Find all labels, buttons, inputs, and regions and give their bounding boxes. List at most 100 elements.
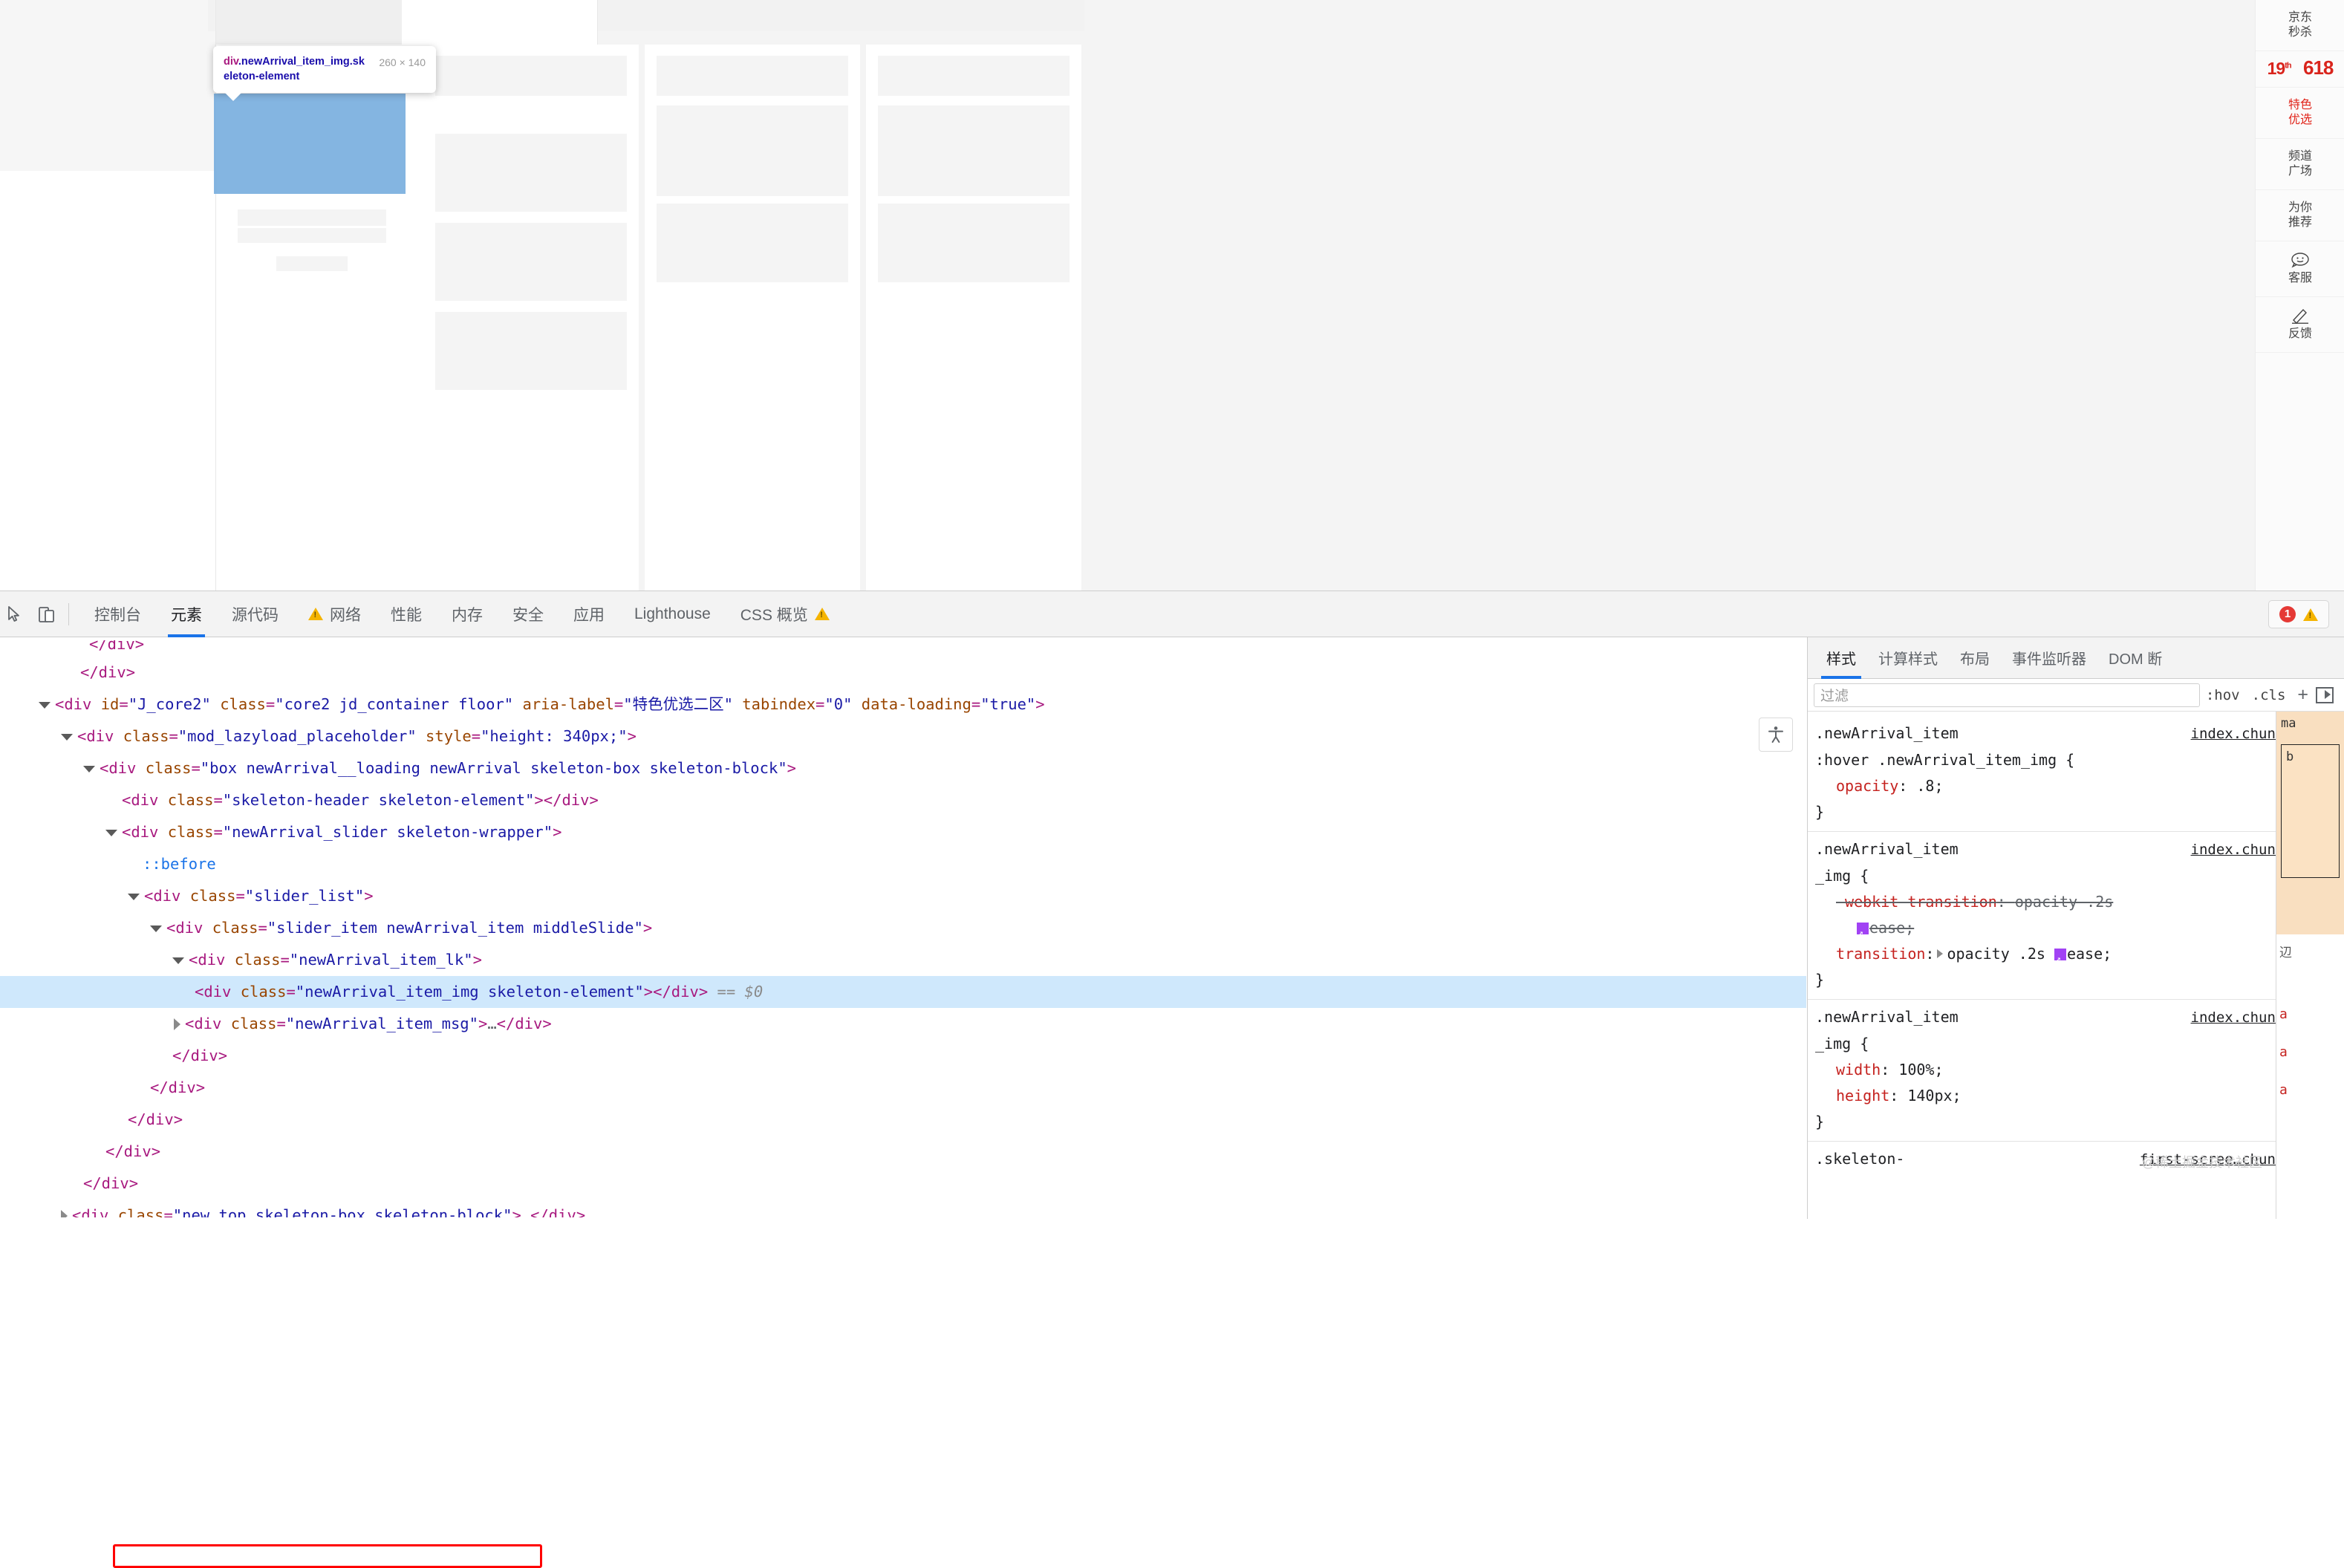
css-declaration[interactable]: height: 140px; (1815, 1083, 2344, 1109)
accessibility-icon[interactable] (1759, 718, 1793, 752)
dom-tree[interactable]: </div> </div> <div id="J_core2" class="c… (0, 637, 1806, 1219)
devtools-panel: 控制台 元素 源代码 网络 性能 内存 安全 应用 Lighthouse CSS… (0, 591, 2344, 1568)
dom-row-item-msg[interactable]: <div class="newArrival_item_msg">…</div> (0, 1008, 1806, 1040)
device-toggle-icon[interactable] (30, 597, 64, 631)
logo-line-2: 618 (2303, 56, 2334, 79)
tab-sources[interactable]: 源代码 (217, 591, 293, 637)
rail-item-jd-seckill[interactable]: 京东 秒杀 (2256, 0, 2344, 51)
dom-row[interactable]: </div> (0, 1040, 1806, 1072)
dom-row[interactable]: </div> (0, 640, 1806, 657)
class-editor-button[interactable]: .cls (2246, 687, 2292, 703)
collapse-triangle-icon[interactable] (150, 925, 162, 932)
css-rule[interactable]: .newArrival_item index.chunk.css:1 :hove… (1808, 716, 2344, 832)
rail-label-line2: 推荐 (2288, 216, 2312, 229)
computed-properties-sliver: 辺 a a a (2276, 934, 2344, 1219)
rail-item-customer-service[interactable]: 客服 (2256, 241, 2344, 297)
dom-row[interactable]: </div> (0, 1136, 1806, 1168)
dom-row[interactable]: </div> (0, 1168, 1806, 1200)
dom-row-lazyload-placeholder[interactable]: <div class="mod_lazyload_placeholder" st… (0, 720, 1806, 752)
css-declaration[interactable]: transition:opacity .2s ease; (1815, 941, 2344, 972)
tab-elements[interactable]: 元素 (156, 591, 217, 637)
rail-label-line2: 广场 (2288, 165, 2312, 178)
easing-curve-icon[interactable] (1857, 920, 1869, 946)
dom-row[interactable]: </div> (0, 1104, 1806, 1136)
page-preview-viewport[interactable]: div.newArrival_item_img.skeleton-element… (0, 0, 2344, 591)
skeleton-text-line (238, 209, 386, 226)
easing-curve-icon[interactable] (2054, 946, 2066, 972)
collapse-triangle-icon[interactable] (83, 765, 95, 772)
tab-application[interactable]: 应用 (559, 591, 619, 637)
css-rule[interactable]: .newArrival_item index.chunk.css:1 _img … (1808, 832, 2344, 1000)
dom-row-slider-item[interactable]: <div class="slider_item newArrival_item … (0, 912, 1806, 944)
dom-row-skeleton-header[interactable]: <div class="skeleton-header skeleton-ele… (0, 784, 1806, 816)
dom-row-newarrival-slider[interactable]: <div class="newArrival_slider skeleton-w… (0, 816, 1806, 848)
styles-pane[interactable]: 样式 计算样式 布局 事件监听器 DOM 断 过滤 :hov .cls + .n… (1807, 637, 2344, 1219)
dom-row-slider-list[interactable]: <div class="slider_list"> (0, 880, 1806, 912)
css-value-struck: opacity .2s (2014, 893, 2114, 911)
inspect-cursor-icon[interactable] (0, 597, 30, 631)
rail-label-line1: 特色 (2288, 99, 2312, 111)
skeleton-column-1 (423, 45, 639, 591)
box-model-border: b (2281, 744, 2340, 878)
collapse-triangle-icon[interactable] (105, 829, 117, 836)
dom-row-skeleton-box[interactable]: <div class="box newArrival__loading newA… (0, 752, 1806, 784)
expand-shorthand-icon[interactable] (1937, 949, 1944, 958)
skeleton-block (435, 134, 627, 212)
rail-item-channel-plaza[interactable]: 频道 广场 (2256, 139, 2344, 190)
rail-item-featured-picks[interactable]: 特色 优选 (2256, 88, 2344, 139)
new-style-rule-button[interactable]: + (2291, 684, 2314, 706)
tab-console[interactable]: 控制台 (79, 591, 156, 637)
tab-security[interactable]: 安全 (498, 591, 559, 637)
rail-item-618-logo[interactable]: 19th 618 (2256, 51, 2344, 88)
styles-filter-input[interactable]: 过滤 (1814, 683, 2200, 707)
css-selector-line[interactable]: .skeleton- first-scree…chunk.css:1 (1815, 1146, 2344, 1173)
rail-label-line1: 频道 (2288, 150, 2312, 163)
dom-row[interactable]: </div> (0, 657, 1806, 689)
css-rule[interactable]: .skeleton- first-scree…chunk.css:1 (1808, 1142, 2344, 1179)
tab-css-overview[interactable]: CSS 概览 (726, 591, 844, 637)
dom-row-item-lk[interactable]: <div class="newArrival_item_lk"> (0, 944, 1806, 976)
tab-memory[interactable]: 内存 (437, 591, 498, 637)
dom-row-before-pseudo[interactable]: ::before (0, 848, 1806, 880)
collapse-triangle-icon[interactable] (39, 701, 51, 709)
css-declaration[interactable]: opacity: .8; (1815, 773, 2344, 799)
css-selector-line[interactable]: .newArrival_item index.chunk.css:1 (1815, 1004, 2344, 1031)
devtools-toolbar: 控制台 元素 源代码 网络 性能 内存 安全 应用 Lighthouse CSS… (0, 591, 2344, 637)
tab-styles[interactable]: 样式 (1815, 637, 1867, 679)
tab-event-listeners[interactable]: 事件监听器 (2001, 637, 2097, 679)
css-selector-line[interactable]: .newArrival_item index.chunk.css:1 (1815, 720, 2344, 747)
css-declaration-disabled-cont[interactable]: ease; (1815, 915, 2344, 946)
rail-label-line1: 反馈 (2288, 328, 2312, 340)
collapse-triangle-icon[interactable] (172, 957, 184, 964)
skeleton-text-line (276, 256, 348, 271)
box-model-preview: ma b (2276, 712, 2344, 934)
skeleton-block (657, 105, 848, 196)
tab-performance[interactable]: 性能 (376, 591, 437, 637)
tab-computed[interactable]: 计算样式 (1867, 637, 1949, 679)
hover-state-button[interactable]: :hov (2200, 687, 2246, 703)
dom-row-selected-item-img[interactable]: <div class="newArrival_item_img skeleton… (0, 976, 1806, 1008)
css-rule-close: } (1815, 803, 1825, 821)
collapse-triangle-icon[interactable] (128, 893, 140, 900)
rail-item-recommend-for-you[interactable]: 为你 推荐 (2256, 190, 2344, 241)
tooltip-class-names-cont: element (258, 70, 300, 82)
issues-counter[interactable]: 1 (2268, 600, 2329, 628)
tab-lighthouse[interactable]: Lighthouse (619, 591, 726, 637)
dom-row-j-core2[interactable]: <div id="J_core2" class="core2 jd_contai… (0, 689, 1806, 720)
expand-triangle-icon[interactable] (61, 1210, 68, 1217)
dom-row-new-top[interactable]: <div class="new_top skeleton-box skeleto… (0, 1200, 1806, 1217)
css-selector-line[interactable]: .newArrival_item index.chunk.css:1 (1815, 836, 2344, 863)
rail-item-feedback[interactable]: 反馈 (2256, 297, 2344, 353)
tab-dom-breakpoints[interactable]: DOM 断 (2097, 637, 2173, 679)
page-right-rail[interactable]: 京东 秒杀 19th 618 特色 优选 频道 广场 为你 推荐 客服 反馈 (2255, 0, 2344, 591)
css-selector-part2: :hover .newArrival_item_img { (1815, 751, 2075, 769)
css-declaration[interactable]: width: 100%; (1815, 1057, 2344, 1083)
collapse-triangle-icon[interactable] (61, 733, 73, 741)
dom-row[interactable]: </div> (0, 1072, 1806, 1104)
tab-network[interactable]: 网络 (293, 591, 376, 637)
tab-layout[interactable]: 布局 (1949, 637, 2001, 679)
css-declaration-disabled[interactable]: -webkit-transition: opacity .2s (1815, 889, 2344, 915)
expand-triangle-icon[interactable] (174, 1018, 180, 1030)
css-rule[interactable]: .newArrival_item index.chunk.css:1 _img … (1808, 1000, 2344, 1142)
computed-sidebar-toggle-icon[interactable] (2316, 686, 2334, 703)
